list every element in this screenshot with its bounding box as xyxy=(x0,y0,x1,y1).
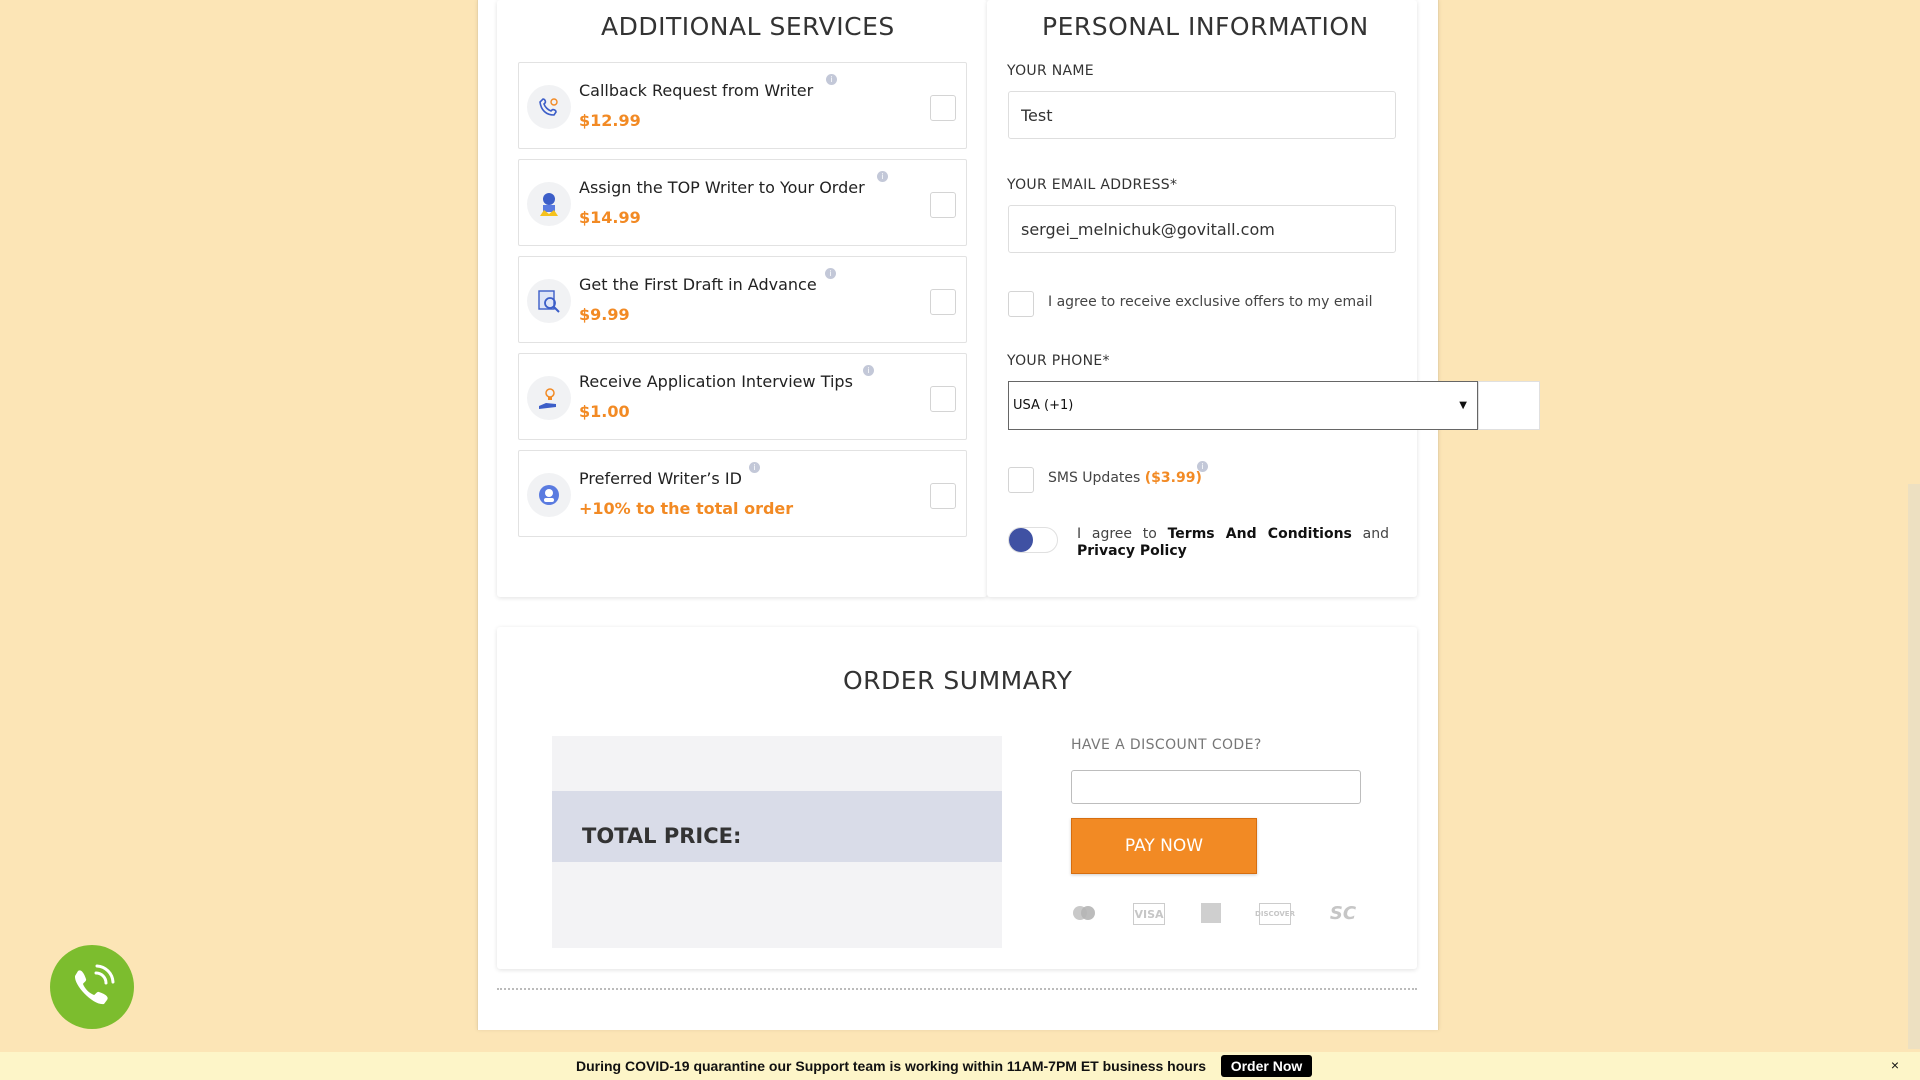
service-price: +10% to the total order xyxy=(579,499,794,518)
pay-now-button[interactable]: PAY NOW xyxy=(1071,818,1257,874)
privacy-policy-link[interactable]: Privacy Policy xyxy=(1077,543,1187,559)
scrollbar[interactable] xyxy=(1908,484,1920,1049)
service-name: Get the First Draft in Advance xyxy=(579,275,817,294)
service-price: $12.99 xyxy=(579,111,641,130)
additional-services-title: ADDITIONAL SERVICES xyxy=(601,12,895,41)
divider xyxy=(497,988,1417,990)
sms-updates-price: ($3.99) xyxy=(1144,470,1202,486)
total-price-label: TOTAL PRICE: xyxy=(582,824,742,848)
phone-country-value: USA (+1) xyxy=(1013,398,1074,413)
service-first-draft[interactable]: Get the First Draft in Advance $9.99 i xyxy=(518,256,967,343)
close-icon[interactable]: × xyxy=(1886,1056,1904,1074)
service-preferred-writer-id[interactable]: Preferred Writer’s ID +10% to the total … xyxy=(518,450,967,537)
service-checkbox[interactable] xyxy=(930,483,956,509)
info-icon[interactable]: i xyxy=(826,74,837,85)
total-price-row: TOTAL PRICE: xyxy=(552,791,1002,862)
service-checkbox[interactable] xyxy=(930,192,956,218)
terms-prefix: I agree to xyxy=(1077,526,1157,542)
phone-country-select[interactable]: USA (+1) ▼ xyxy=(1008,381,1478,430)
order-now-button[interactable]: Order Now xyxy=(1221,1055,1312,1077)
service-checkbox[interactable] xyxy=(930,386,956,412)
name-input[interactable] xyxy=(1008,91,1396,139)
notice-bar: During COVID-19 quarantine our Support t… xyxy=(0,1052,1920,1080)
info-icon[interactable]: i xyxy=(863,365,874,376)
service-callback-request[interactable]: Callback Request from Writer $12.99 i xyxy=(518,62,967,149)
toggle-knob xyxy=(1009,528,1033,552)
service-checkbox[interactable] xyxy=(930,95,956,121)
email-input[interactable] xyxy=(1008,205,1396,253)
terms-conditions-link[interactable]: Terms And Conditions xyxy=(1168,526,1352,542)
order-summary-title: ORDER SUMMARY xyxy=(843,666,1073,695)
sms-updates-text: SMS Updates xyxy=(1048,470,1141,486)
phone-icon xyxy=(74,964,115,1005)
personal-information-title: PERSONAL INFORMATION xyxy=(1042,12,1369,41)
visa-icon: VISA xyxy=(1133,903,1165,925)
mastercard-icon xyxy=(1070,903,1098,923)
info-icon[interactable]: i xyxy=(825,268,836,279)
sms-updates-checkbox[interactable] xyxy=(1008,467,1034,493)
draft-magnifier-icon xyxy=(527,279,571,323)
chevron-down-icon: ▼ xyxy=(1459,400,1467,411)
offers-checkbox[interactable] xyxy=(1008,291,1034,317)
info-icon[interactable]: i xyxy=(1197,461,1208,472)
service-price: $1.00 xyxy=(579,402,630,421)
discount-code-input[interactable] xyxy=(1071,770,1361,804)
discover-icon: DISCOVER xyxy=(1255,903,1295,925)
sc-icon: SC xyxy=(1329,902,1357,924)
service-checkbox[interactable] xyxy=(930,289,956,315)
info-icon[interactable]: i xyxy=(877,171,888,182)
offers-label: I agree to receive exclusive offers to m… xyxy=(1048,294,1373,310)
terms-agreement: I agree to Terms And Conditions and Priv… xyxy=(1077,526,1389,560)
lightbulb-hand-icon xyxy=(527,376,571,420)
name-label: YOUR NAME xyxy=(1007,63,1094,79)
email-label: YOUR EMAIL ADDRESS* xyxy=(1007,177,1178,193)
terms-toggle[interactable] xyxy=(1008,527,1058,553)
service-top-writer[interactable]: Assign the TOP Writer to Your Order $14.… xyxy=(518,159,967,246)
service-name: Receive Application Interview Tips xyxy=(579,372,853,391)
info-icon[interactable]: i xyxy=(749,462,760,473)
amex-icon xyxy=(1201,903,1221,923)
call-button[interactable] xyxy=(50,945,134,1029)
phone-label: YOUR PHONE* xyxy=(1007,353,1110,369)
top-writer-icon xyxy=(527,182,571,226)
phone-hand-icon xyxy=(527,85,571,129)
service-name: Assign the TOP Writer to Your Order xyxy=(579,178,865,197)
discount-label: HAVE A DISCOUNT CODE? xyxy=(1071,737,1262,753)
service-name: Callback Request from Writer xyxy=(579,81,814,100)
terms-and: and xyxy=(1362,526,1390,542)
phone-number-input[interactable] xyxy=(1478,381,1540,430)
writer-badge-icon xyxy=(527,473,571,517)
service-price: $14.99 xyxy=(579,208,641,227)
sms-updates-label: SMS Updates ($3.99) xyxy=(1048,470,1202,486)
notice-message: During COVID-19 quarantine our Support t… xyxy=(576,1058,1207,1074)
service-price: $9.99 xyxy=(579,305,630,324)
service-name: Preferred Writer’s ID xyxy=(579,469,742,488)
service-interview-tips[interactable]: Receive Application Interview Tips $1.00… xyxy=(518,353,967,440)
